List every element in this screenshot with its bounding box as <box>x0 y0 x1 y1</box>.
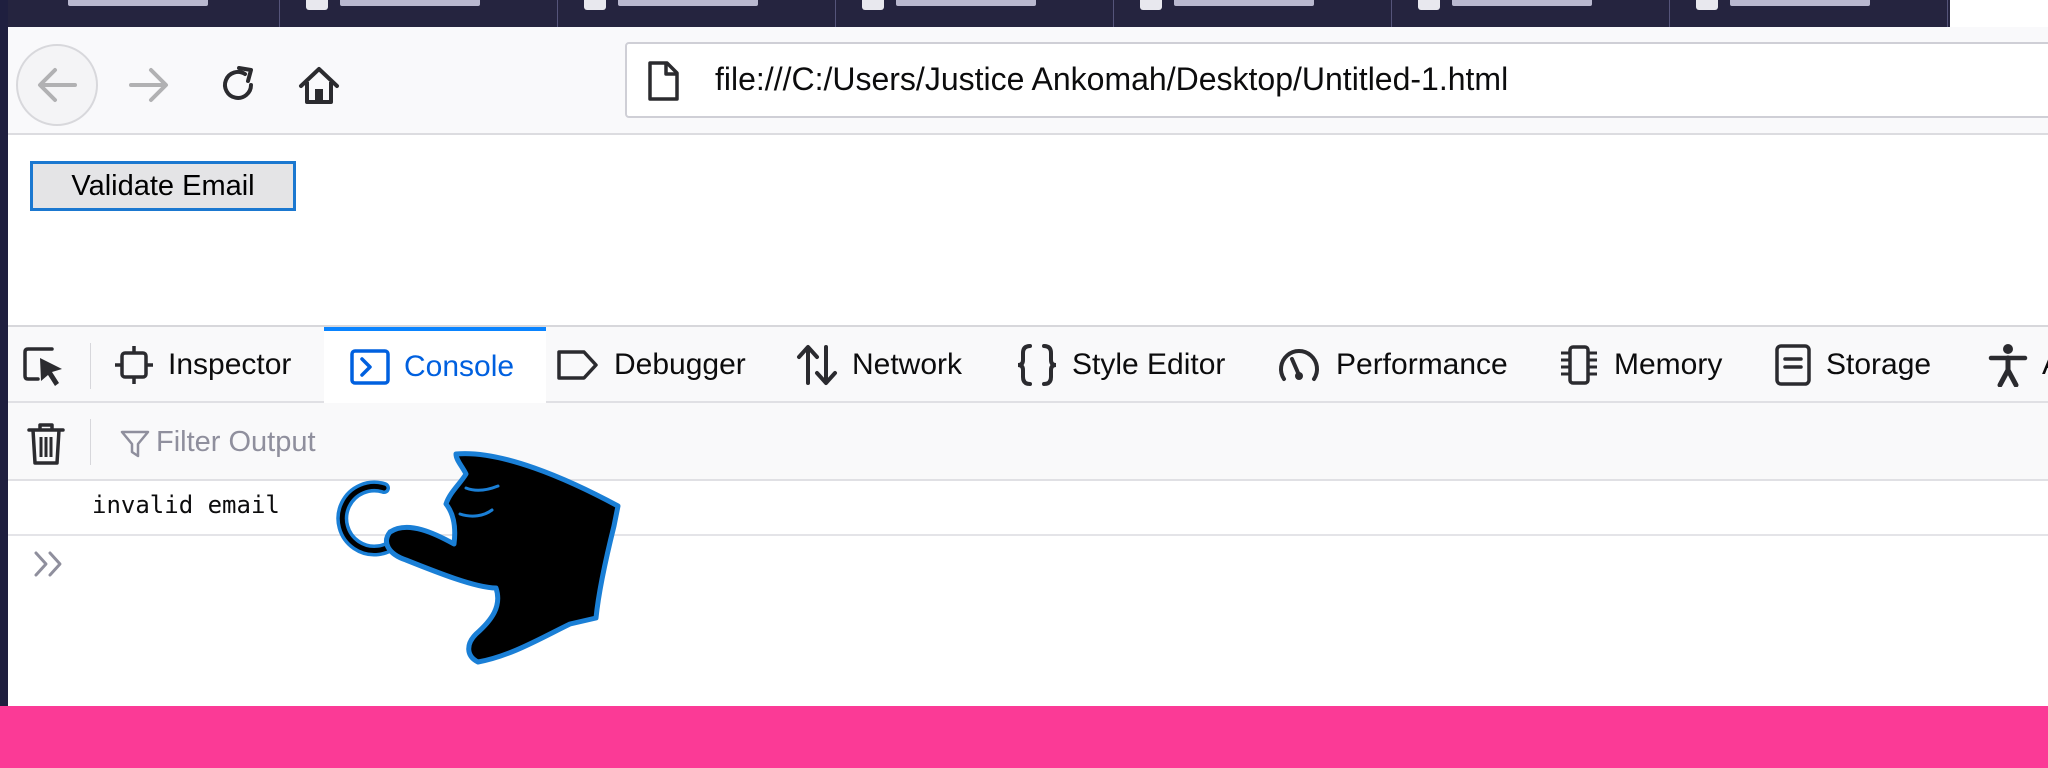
navigation-toolbar: file:///C:/Users/Justice Ankomah/Desktop… <box>8 27 2048 135</box>
tab-memory[interactable]: Memory <box>1558 327 1722 403</box>
storage-icon <box>1775 344 1811 386</box>
home-button[interactable] <box>278 44 360 126</box>
validate-email-button[interactable]: Validate Email <box>30 161 296 211</box>
tab-label: Style Editor <box>1072 348 1226 381</box>
gauge-icon <box>1279 349 1319 381</box>
tab-favicon-icon <box>1140 0 1162 10</box>
tab-label: Storage <box>1826 348 1932 381</box>
tab-debugger[interactable]: Debugger <box>556 327 746 403</box>
tab-title <box>1452 0 1592 6</box>
browser-tab[interactable] <box>1392 0 1670 27</box>
back-button[interactable] <box>16 44 98 126</box>
tab-label: Performance <box>1336 348 1508 381</box>
console-icon <box>350 349 390 385</box>
tab-title <box>1730 0 1870 6</box>
pointing-hand-icon <box>336 451 621 665</box>
reload-icon <box>223 66 253 100</box>
accessibility-icon <box>1988 344 2028 387</box>
filter-icon <box>120 430 150 458</box>
tab-storage[interactable]: Storage <box>1774 327 1931 403</box>
tab-title <box>896 0 1036 6</box>
tab-network[interactable]: Network <box>796 327 962 403</box>
toolbar-divider <box>90 419 91 465</box>
console-output: invalid email <box>8 481 2048 706</box>
forward-button[interactable] <box>108 44 190 126</box>
page-file-icon <box>648 61 679 101</box>
tab-label: A <box>2042 348 2048 382</box>
network-icon <box>797 345 837 385</box>
trash-icon <box>27 423 65 465</box>
page-content: Validate Email <box>8 137 2048 325</box>
element-picker-icon <box>23 347 62 386</box>
debugger-icon <box>557 350 598 380</box>
element-picker-button[interactable] <box>22 345 68 389</box>
tab-favicon-icon <box>862 0 884 10</box>
browser-tab[interactable] <box>836 0 1114 27</box>
tab-label: Memory <box>1614 348 1723 381</box>
browser-tab[interactable] <box>280 0 558 27</box>
tab-accessibility[interactable]: A <box>1988 327 2048 403</box>
url-bar[interactable]: file:///C:/Users/Justice Ankomah/Desktop… <box>625 42 2048 118</box>
tab-favicon-icon <box>1696 0 1718 10</box>
console-message-text: invalid email <box>92 491 280 519</box>
tab-label: Inspector <box>168 348 292 381</box>
tab-style-editor[interactable]: Style Editor <box>1016 327 1225 403</box>
memory-chip-icon <box>1561 345 1597 385</box>
browser-tab[interactable] <box>1114 0 1392 27</box>
bottom-color-band <box>0 706 2048 768</box>
tab-label: Network <box>852 348 963 381</box>
toolbar-divider <box>90 343 91 389</box>
browser-tab[interactable] <box>1670 0 1948 27</box>
tab-label: Debugger <box>614 348 746 381</box>
console-prompt-chevron-icon <box>34 551 62 577</box>
tab-title <box>618 0 758 6</box>
clear-console-button[interactable] <box>26 421 66 465</box>
url-text: file:///C:/Users/Justice Ankomah/Desktop… <box>715 61 1509 97</box>
tab-console[interactable]: Console <box>324 327 546 405</box>
tab-title <box>340 0 480 6</box>
devtools-toolbar: Inspector Console Debugger Network Style… <box>8 325 2048 405</box>
arrow-right-icon <box>129 68 168 102</box>
braces-icon <box>1017 344 1057 386</box>
browser-tab[interactable] <box>558 0 836 27</box>
arrow-left-icon <box>38 68 77 102</box>
window-frame-left <box>0 0 8 706</box>
tab-favicon-icon <box>1418 0 1440 10</box>
console-toolbar <box>8 403 2048 481</box>
inspector-icon <box>115 346 153 384</box>
console-message: invalid email <box>8 481 2048 536</box>
tab-favicon-icon <box>584 0 606 10</box>
tab-inspector[interactable]: Inspector <box>114 327 291 403</box>
tab-performance[interactable]: Performance <box>1276 327 1508 403</box>
tab-favicon-icon <box>306 0 328 10</box>
browser-tab-strip <box>8 0 1950 27</box>
reload-button[interactable] <box>193 44 283 126</box>
home-icon <box>299 67 339 104</box>
tab-title <box>1174 0 1314 6</box>
tab-label: Console <box>404 350 515 383</box>
tab-title <box>68 0 208 6</box>
browser-tab[interactable] <box>8 0 280 27</box>
